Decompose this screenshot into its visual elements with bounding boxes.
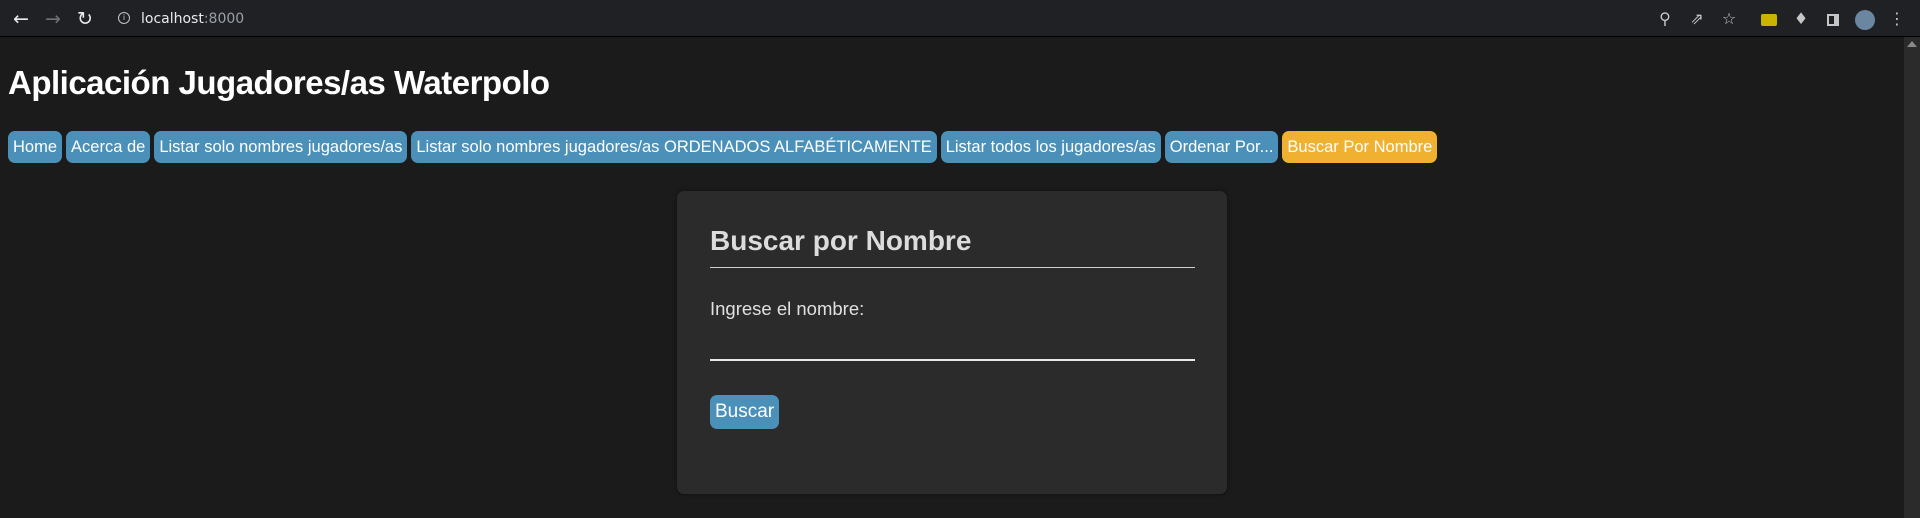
nav-item-buscar-por-nombre[interactable]: Buscar Por Nombre bbox=[1282, 131, 1438, 163]
nav-item-ordenar-por[interactable]: Ordenar Por... bbox=[1164, 131, 1279, 163]
side-panel-icon[interactable] bbox=[1822, 8, 1844, 30]
forward-arrow-icon[interactable]: → bbox=[42, 8, 64, 30]
nav-item-home[interactable]: Home bbox=[8, 131, 63, 163]
puzzle-icon[interactable]: ♦ bbox=[1790, 8, 1812, 30]
scroll-up-icon[interactable] bbox=[1907, 41, 1917, 47]
extension-icon[interactable] bbox=[1758, 8, 1780, 30]
info-icon[interactable]: i bbox=[118, 12, 130, 24]
main-navigation: Home Acerca de Listar solo nombres jugad… bbox=[8, 131, 1438, 163]
address-bar[interactable]: localhost:8000 bbox=[141, 8, 244, 30]
url-host: localhost bbox=[141, 11, 204, 27]
search-card: Buscar por Nombre Ingrese el nombre: Bus… bbox=[677, 191, 1227, 494]
reload-icon[interactable]: ↻ bbox=[74, 8, 96, 30]
name-input[interactable] bbox=[710, 330, 1195, 361]
page-title: Aplicación Jugadores/as Waterpolo bbox=[8, 64, 550, 101]
share-icon[interactable]: ⇗ bbox=[1686, 8, 1708, 30]
nav-item-listar-nombres[interactable]: Listar solo nombres jugadores/as bbox=[154, 131, 408, 163]
page-scrollbar[interactable] bbox=[1904, 37, 1920, 518]
url-port: :8000 bbox=[203, 11, 245, 27]
zoom-icon[interactable]: ⚲ bbox=[1654, 8, 1676, 30]
nav-item-acerca-de[interactable]: Acerca de bbox=[66, 131, 151, 163]
nav-item-listar-todos[interactable]: Listar todos los jugadores/as bbox=[940, 131, 1161, 163]
star-icon[interactable]: ☆ bbox=[1718, 8, 1740, 30]
name-field-label: Ingrese el nombre: bbox=[710, 298, 865, 319]
back-arrow-icon[interactable]: ← bbox=[10, 8, 32, 30]
nav-item-listar-nombres-ordenados[interactable]: Listar solo nombres jugadores/as ORDENAD… bbox=[411, 131, 937, 163]
search-heading: Buscar por Nombre bbox=[710, 225, 1195, 268]
search-button[interactable]: Buscar bbox=[710, 395, 780, 429]
avatar-icon[interactable] bbox=[1854, 8, 1876, 30]
kebab-menu-icon[interactable]: ⋮ bbox=[1886, 8, 1908, 30]
browser-toolbar: ← → ↻ i localhost:8000 ⚲ ⇗ ☆ ♦ ⋮ bbox=[0, 0, 1920, 37]
